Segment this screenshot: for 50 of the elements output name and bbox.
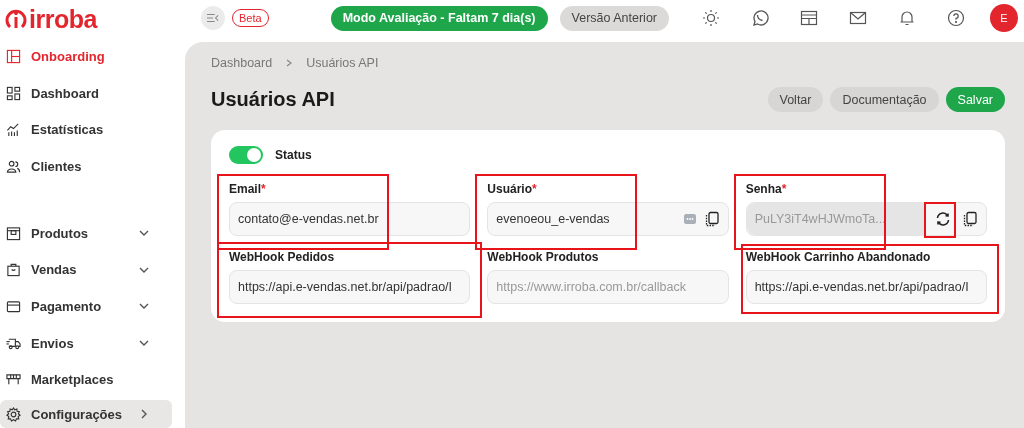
chart-icon [6, 122, 21, 138]
box-icon [6, 225, 21, 241]
status-toggle[interactable] [229, 146, 263, 164]
field-label: Email* [229, 182, 267, 196]
board-icon [6, 48, 21, 64]
status-label: Status [275, 148, 312, 162]
input-field[interactable]: evenoeou_e-vendas [487, 202, 729, 236]
sidebar-item[interactable]: Onboarding [0, 38, 172, 75]
field-label: WebHook Pedidos [229, 250, 336, 264]
field-label: WebHook Produtos [487, 250, 600, 264]
field-label: Usuário* [487, 182, 538, 196]
grid-icon [6, 85, 21, 101]
gear-icon [6, 406, 21, 422]
field-label: Senha* [745, 182, 788, 196]
input-field[interactable]: https://api.e-vendas.net.br/api/padrao/I [229, 270, 471, 304]
sidebar-item[interactable]: Vendas [0, 251, 172, 289]
sidebar-item[interactable]: Envios [0, 324, 172, 362]
input-field[interactable]: https://api.e-vendas.net.br/api/padrao/I [745, 270, 987, 304]
sidebar-item[interactable]: Estatísticas [0, 111, 172, 149]
page-title: Usuários API [211, 88, 336, 111]
breadcrumb-link[interactable]: Usuários API [306, 56, 379, 70]
sidebar-item[interactable]: Dashboard [0, 74, 172, 112]
layout-icon[interactable] [800, 9, 818, 27]
sidebar-item[interactable]: Pagamento [0, 288, 172, 325]
copy-icon[interactable] [703, 211, 720, 227]
whatsapp-icon[interactable] [751, 9, 769, 27]
copy-icon[interactable] [962, 211, 978, 227]
sun-icon[interactable] [702, 9, 720, 27]
menu-icon [207, 13, 219, 23]
dots-icon [683, 214, 696, 224]
bag-icon [6, 262, 21, 278]
input-field[interactable]: contato@e-vendas.net.br [229, 202, 471, 236]
users-icon [6, 158, 21, 174]
logo-icon [4, 7, 28, 31]
user-avatar[interactable]: E [990, 4, 1018, 32]
previous-version-button[interactable]: Versão Anterior [559, 5, 669, 31]
action-button[interactable]: Voltar [767, 87, 824, 112]
sidebar-item[interactable]: Marketplaces [0, 361, 172, 399]
help-icon[interactable] [947, 9, 965, 27]
bell-icon[interactable] [898, 9, 916, 27]
sidebar-item[interactable]: Produtos [0, 214, 172, 252]
sidebar-item[interactable]: Configurações [0, 400, 172, 428]
field-label: WebHook Carrinho Abandonado [745, 250, 932, 264]
breadcrumb-link[interactable]: Dashboard [211, 56, 273, 70]
sidebar-item[interactable]: Clientes [0, 148, 172, 185]
action-button[interactable]: Documentação [830, 87, 939, 112]
collapse-menu-button[interactable] [201, 6, 225, 30]
mail-icon[interactable] [849, 9, 867, 27]
logo-text: irroba [29, 4, 97, 34]
card-icon [6, 298, 21, 314]
